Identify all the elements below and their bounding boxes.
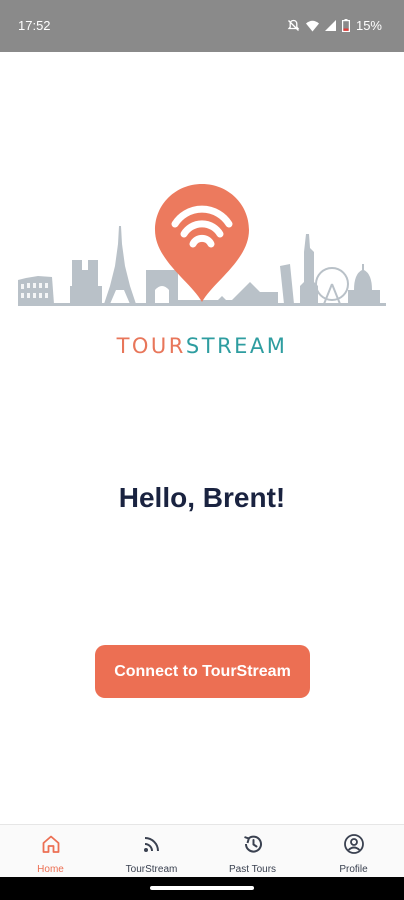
- brand-wordmark: TOURSTREAM: [0, 334, 404, 358]
- stream-icon: [142, 833, 162, 855]
- connect-button[interactable]: Connect to TourStream: [95, 645, 310, 698]
- tourstream-logo: TOURSTREAM: [0, 178, 404, 368]
- tab-tourstream-label: TourStream: [125, 864, 178, 875]
- battery-low-icon: [341, 19, 350, 32]
- tab-past-tours[interactable]: Past Tours: [202, 825, 303, 877]
- status-icons: 15%: [287, 18, 382, 33]
- system-navigation-bar: [0, 877, 404, 900]
- signal-icon: [324, 20, 336, 31]
- status-bar: 17:52 15%: [0, 0, 404, 52]
- brand-stream-text: STREAM: [185, 334, 288, 358]
- history-icon: [242, 833, 264, 855]
- tab-profile-label: Profile: [339, 864, 368, 875]
- home-indicator[interactable]: [150, 886, 254, 890]
- brand-tour-text: TOUR: [116, 334, 186, 358]
- battery-percent: 15%: [355, 18, 382, 33]
- tab-home-label: Home: [37, 864, 64, 875]
- profile-icon: [343, 833, 365, 855]
- mute-icon: [287, 19, 300, 31]
- home-icon: [41, 833, 61, 855]
- tab-profile[interactable]: Profile: [303, 825, 404, 877]
- bottom-tab-bar: Home TourStream Past Tours Profile: [0, 824, 404, 877]
- tab-home[interactable]: Home: [0, 825, 101, 877]
- greeting-heading: Hello, Brent!: [118, 482, 286, 513]
- wifi-icon: [305, 20, 319, 31]
- tab-past-tours-label: Past Tours: [228, 864, 277, 875]
- tab-tourstream[interactable]: TourStream: [101, 825, 202, 877]
- location-pin-icon: [155, 184, 249, 302]
- status-time: 17:52: [18, 18, 51, 33]
